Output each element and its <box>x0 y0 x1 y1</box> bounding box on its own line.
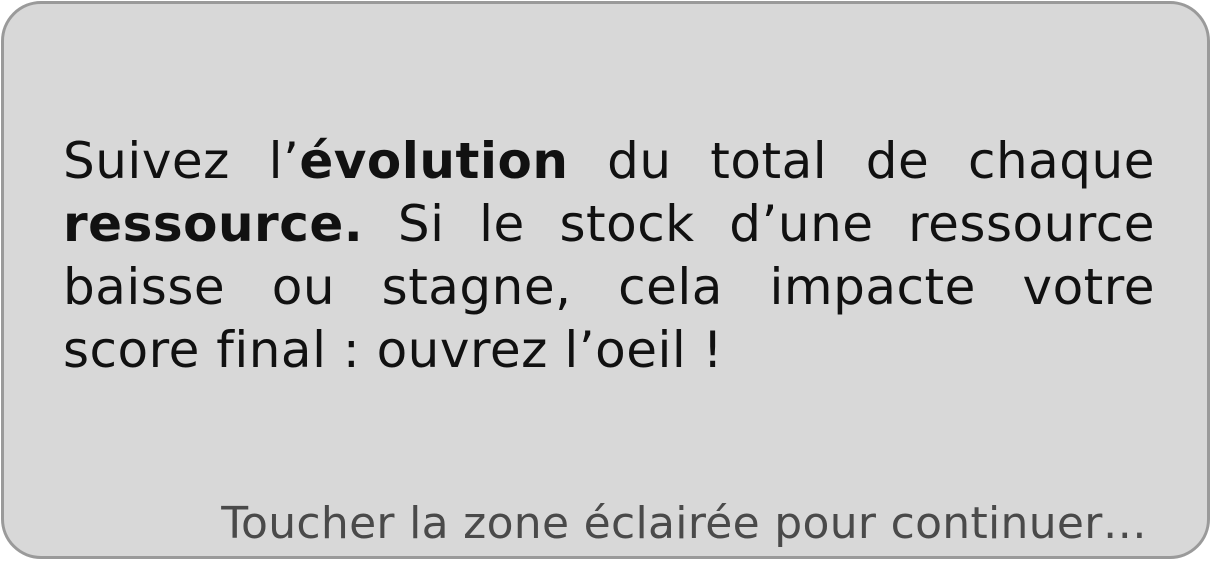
continue-hint[interactable]: Toucher la zone éclairée pour continuer… <box>221 494 1147 554</box>
message-text-part-3: du total de chaque <box>568 132 1155 190</box>
message-highlight-ressource: ressource. <box>63 195 364 253</box>
message-highlight-evolution: évolution <box>299 132 569 190</box>
tutorial-message: Suivez l’évolution du total de chaque re… <box>63 130 1155 382</box>
message-text-part-1: Suivez l’ <box>63 132 300 190</box>
tutorial-tooltip-panel[interactable]: Suivez l’évolution du total de chaque re… <box>1 1 1210 559</box>
